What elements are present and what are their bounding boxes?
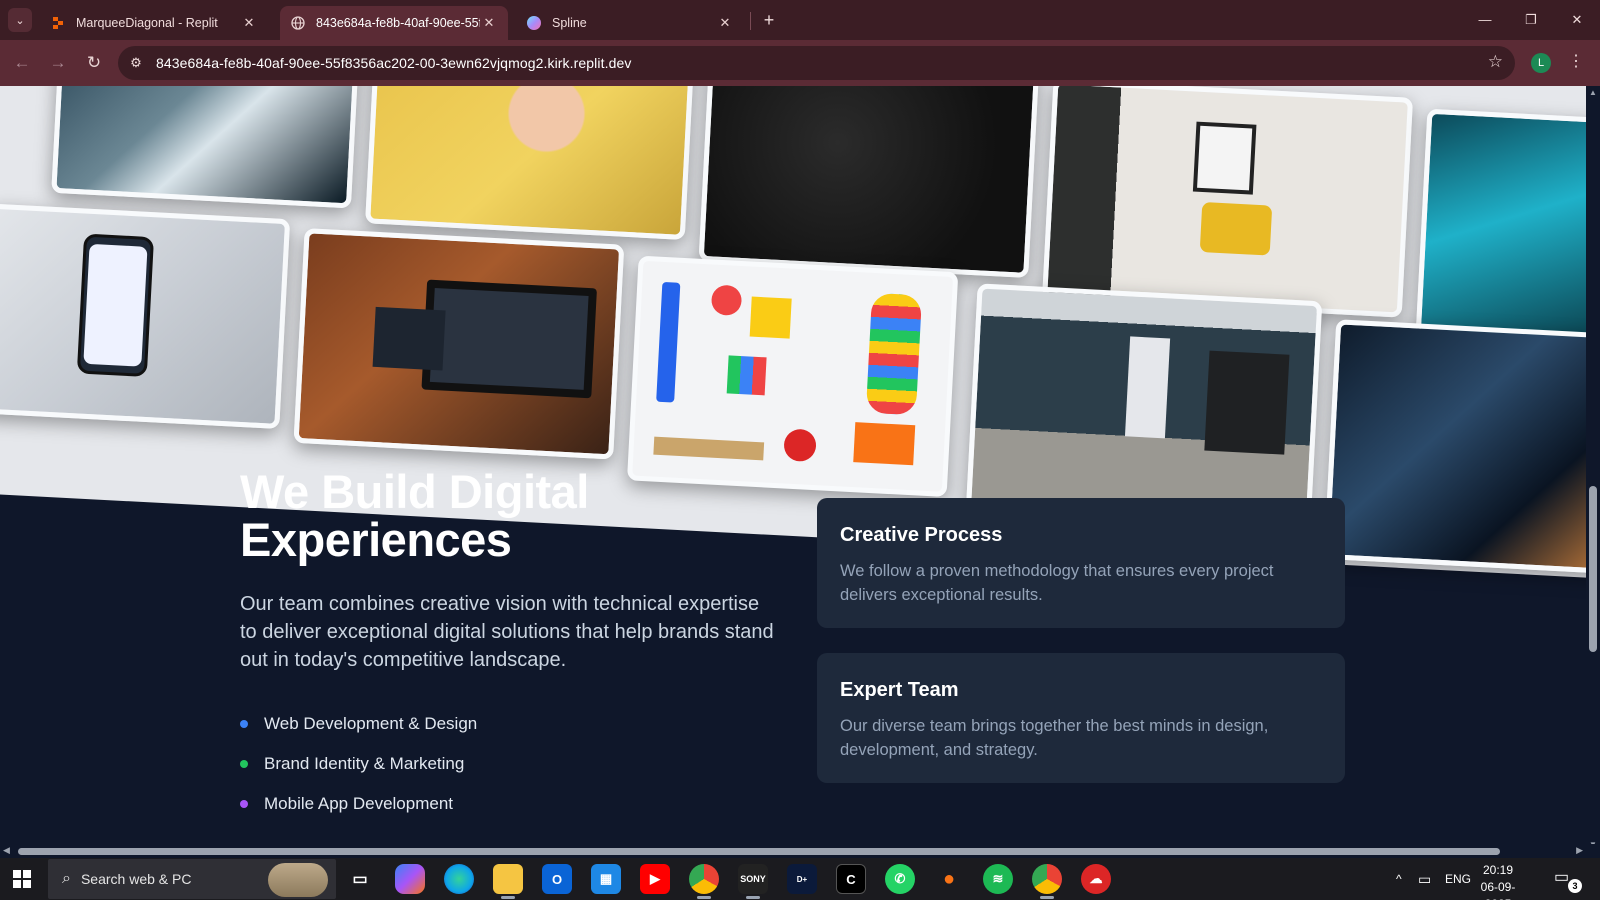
bookmark-star-icon[interactable]: ☆ [1488,52,1503,72]
marquee-image-modern-interior: modern-interior [1042,86,1414,318]
close-icon[interactable]: ✕ [480,15,498,31]
restore-icon[interactable]: ❐ [1519,8,1543,32]
windows-taskbar: ⌕ Search web & PC ▭ O ▦ ▶ SONY D+ C ✆ ● … [0,858,1600,900]
tab-separator [750,12,751,30]
sony-liv-icon[interactable]: SONY [738,864,768,899]
tab-strip: ⌄ MarqueeDiagonal - Replit ✕ 843e684a-fe… [0,0,1600,40]
capcut-icon[interactable]: C [836,864,866,894]
store-icon[interactable]: ▦ [591,864,621,894]
close-icon[interactable]: ✕ [240,15,258,31]
spotify-icon[interactable]: ≋ [983,864,1013,894]
scroll-right-icon[interactable]: ▶ [1576,845,1583,856]
feature-label: Mobile App Development [264,794,454,813]
card-creative-process: Creative Process We follow a proven meth… [817,498,1345,628]
taskbar-search[interactable]: ⌕ Search web & PC [48,859,336,899]
forward-icon[interactable]: → [46,51,70,75]
bullet-icon [240,720,248,728]
hero-title-line2: Experiences [240,513,512,566]
bullet-icon [240,800,248,808]
profile-avatar[interactable]: L [1531,53,1551,73]
youtube-icon[interactable]: ▶ [640,864,670,894]
hero-section: We Build Digital Experiences Our team co… [240,468,780,824]
hotstar-icon[interactable]: D+ [787,864,817,894]
copilot-icon[interactable] [395,864,425,894]
reload-icon[interactable]: ↻ [82,51,106,75]
edge-icon[interactable] [444,864,474,894]
spline-icon [526,15,542,31]
podcast-mic-icon[interactable]: ● [934,864,964,894]
feature-list: Web Development & Design Brand Identity … [240,704,780,824]
search-placeholder: Search web & PC [80,871,192,887]
notification-badge: 3 [1568,879,1582,893]
hero-title: We Build Digital Experiences [240,468,780,564]
weather-icon[interactable]: ☁ [1081,864,1111,894]
whatsapp-icon[interactable]: ✆ [885,864,915,894]
system-clock[interactable]: 20:19 06-09-2025 [1468,862,1528,900]
minimize-icon[interactable]: — [1473,8,1497,32]
feature-item: Web Development & Design [240,704,780,744]
marquee-image-car-headlight: car-headlight [51,86,362,209]
tab-active-page[interactable]: 843e684a-fe8b-40af-90ee-55f8 ✕ [280,6,508,40]
vertical-scrollbar[interactable]: ▲ ▼ [1586,86,1600,851]
marquee-image-dark-texture: dark-texture [698,86,1040,278]
new-tab-icon[interactable]: + [758,9,780,31]
close-icon[interactable]: ✕ [716,15,734,31]
feature-label: Brand Identity & Marketing [264,754,465,773]
clock-time: 20:19 [1482,863,1514,877]
horizontal-scrollbar[interactable]: ◀ ▶ [0,844,1586,858]
tab-spline[interactable]: Spline ✕ [516,6,744,40]
url-text[interactable]: 843e684a-fe8b-40af-90ee-55f8356ac202-00-… [156,55,631,71]
horizontal-scroll-thumb[interactable] [18,848,1500,855]
globe-icon [290,15,306,31]
scrollbar-corner [1586,844,1600,858]
file-explorer-icon[interactable] [493,864,523,899]
card-expert-team: Expert Team Our diverse team brings toge… [817,653,1345,783]
back-icon[interactable]: ← [10,51,34,75]
feature-item: Brand Identity & Marketing [240,744,780,784]
page-viewport: car-headlight woman-sunglasses dark-text… [0,86,1586,851]
menu-icon[interactable]: ⋮ [1568,51,1584,71]
search-highlight-image [268,863,328,897]
notification-icon[interactable]: ▭ 3 [1554,867,1582,893]
bullet-icon [240,760,248,768]
outlook-icon[interactable]: O [542,864,572,894]
site-info-icon[interactable]: ⚙ [124,51,148,75]
chrome-profile-icon[interactable] [689,864,719,899]
network-icon[interactable]: ▭ [1418,858,1431,900]
show-hidden-icons[interactable]: ^ [1396,858,1402,900]
tab-title: Spline [552,16,587,30]
tab-title: 843e684a-fe8b-40af-90ee-55f8 [316,16,480,30]
scroll-left-icon[interactable]: ◀ [3,845,10,856]
replit-icon [50,15,66,31]
address-bar[interactable]: ⚙ 843e684a-fe8b-40af-90ee-55f8356ac202-0… [118,46,1515,80]
browser-toolbar: ← → ↻ ⚙ 843e684a-fe8b-40af-90ee-55f8356a… [0,40,1600,86]
marquee-image-ocean-wave: ocean-wave [1415,108,1586,349]
card-title: Expert Team [840,679,959,701]
hero-description: Our team combines creative vision with t… [240,593,774,671]
hero-title-line1: We Build Digital [240,465,589,518]
marquee-image-phone-analytics: phone-analytics [0,203,291,430]
tab-title: MarqueeDiagonal - Replit [76,16,218,30]
marquee-image-skyscraper-glass: skyscraper-glass [1323,319,1586,575]
windows-start-icon[interactable] [13,870,31,888]
card-text: We follow a proven methodology that ensu… [840,562,1274,604]
tab-search-icon[interactable]: ⌄ [8,8,32,32]
clock-date: 06-09-2025 [1480,880,1516,900]
card-text: Our diverse team brings together the bes… [840,717,1269,759]
marquee-image-woman-sunglasses: woman-sunglasses [365,86,696,240]
feature-label: Web Development & Design [264,714,478,733]
chrome-icon[interactable] [1032,864,1062,899]
tab-marquee-diagonal[interactable]: MarqueeDiagonal - Replit ✕ [40,6,268,40]
scroll-up-icon[interactable]: ▲ [1588,88,1598,97]
window-close-icon[interactable]: ✕ [1565,8,1589,32]
diagonal-marquee: car-headlight woman-sunglasses dark-text… [0,86,1586,581]
vertical-scroll-thumb[interactable] [1589,486,1597,652]
card-title: Creative Process [840,524,1003,546]
task-view-icon[interactable]: ▭ [345,864,375,894]
search-icon: ⌕ [62,870,71,887]
feature-item: Mobile App Development [240,784,780,824]
marquee-image-toy-flatlay: toy-flatlay [626,255,959,498]
marquee-image-developer-desk: developer-desk [293,228,625,460]
